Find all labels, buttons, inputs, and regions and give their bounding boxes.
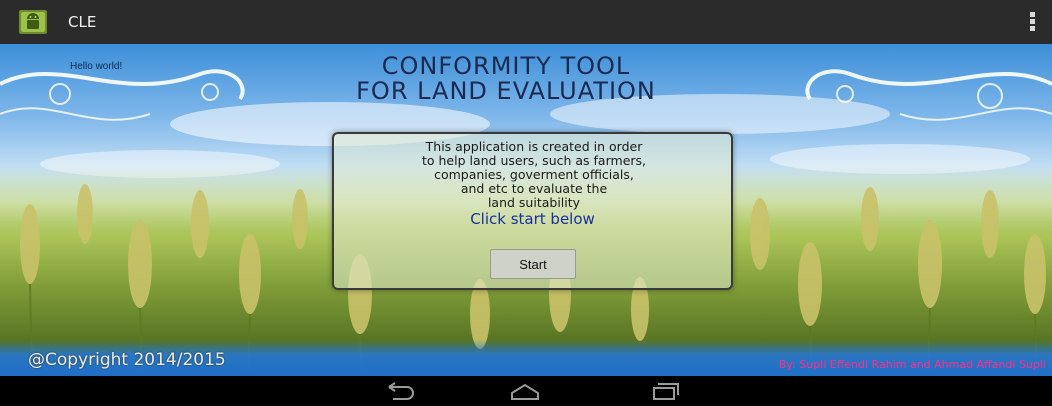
start-button[interactable]: Start [490, 249, 576, 279]
authors-label: By: Supli Effendi Rahim and Ahmad Affand… [778, 358, 1046, 371]
app-title: CLE [68, 13, 97, 31]
intro-panel: This application is created in order to … [332, 132, 733, 290]
back-icon[interactable] [383, 381, 417, 401]
intro-line: to help land users, such as farmers, [421, 153, 647, 168]
copyright-label: @Copyright 2014/2015 [28, 350, 226, 370]
intro-description: This application is created in order to … [344, 140, 724, 210]
main-content: Hello world! CONFORMITY TOOL FOR LAND EV… [0, 44, 1052, 376]
intro-line: land suitability [487, 195, 581, 210]
click-start-label: Click start below [470, 210, 595, 228]
navigation-bar [0, 376, 1052, 406]
recents-icon[interactable] [648, 381, 682, 401]
action-bar: CLE [0, 0, 1052, 46]
app-heading-line1: CONFORMITY TOOL [381, 52, 631, 80]
intro-line: and etc to evaluate the [460, 181, 608, 196]
intro-line: This application is created in order [425, 139, 643, 154]
overflow-menu-icon[interactable] [1030, 12, 1036, 32]
home-icon[interactable] [508, 381, 542, 401]
android-robot-icon[interactable] [18, 8, 48, 36]
app-screen: CLE Hello world! CONFORMITY TOOL FOR LAN… [0, 0, 1052, 406]
intro-line: companies, goverment officials, [434, 167, 634, 182]
app-heading-line2: FOR LAND EVALUATION [356, 77, 656, 105]
